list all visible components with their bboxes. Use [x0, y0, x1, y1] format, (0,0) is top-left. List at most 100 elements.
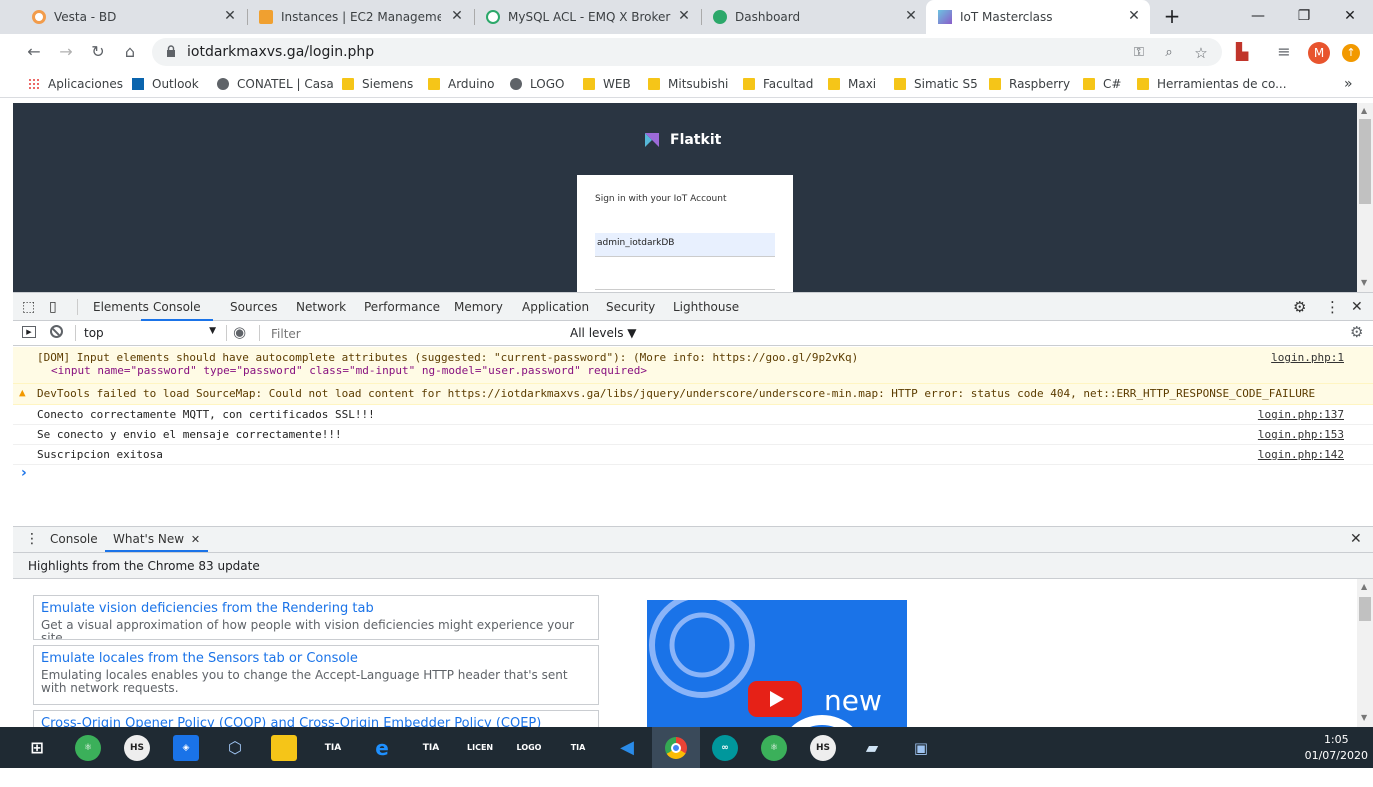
windows-start-icon[interactable]: ⊞: [24, 735, 50, 761]
context-selector[interactable]: top ▼: [84, 326, 216, 340]
tab-vesta[interactable]: Vesta - BD ✕: [20, 0, 246, 34]
maximize-button[interactable]: ❐: [1281, 4, 1327, 28]
bookmark-csharp[interactable]: C#: [1083, 76, 1121, 92]
update-icon[interactable]: ↑: [1342, 44, 1360, 62]
tab-network[interactable]: Network: [296, 293, 346, 321]
bookmark-mitsubishi[interactable]: Mitsubishi: [648, 76, 728, 92]
feature-title[interactable]: Emulate locales from the Sensors tab or …: [41, 651, 591, 666]
close-devtools-icon[interactable]: ✕: [1351, 293, 1363, 321]
zoom-icon[interactable]: ⌕: [1160, 44, 1178, 62]
bookmark-maxi[interactable]: Maxi: [828, 76, 876, 92]
bookmark-star-icon[interactable]: ☆: [1192, 44, 1210, 62]
close-tab-icon[interactable]: ✕: [191, 533, 200, 546]
bookmark-siemens[interactable]: Siemens: [342, 76, 413, 92]
pdf-extension-icon[interactable]: ▙: [1230, 40, 1254, 64]
log-levels-dropdown[interactable]: All levels ▼: [570, 326, 637, 340]
license-manager-icon[interactable]: LICEN MA: [467, 735, 493, 778]
new-tab-button[interactable]: +: [1150, 4, 1194, 28]
vscode-icon[interactable]: ◀: [614, 735, 640, 761]
source-link[interactable]: login.php:153: [1258, 428, 1344, 441]
settings-gear-icon[interactable]: ⚙: [1293, 293, 1306, 321]
edge-browser-icon[interactable]: e: [369, 735, 395, 761]
back-arrow-icon[interactable]: ←: [22, 40, 46, 64]
reload-icon[interactable]: ↻: [86, 40, 110, 64]
tab-security[interactable]: Security: [606, 293, 655, 321]
filter-input[interactable]: Filter: [263, 324, 561, 344]
feature-title[interactable]: Emulate vision deficiencies from the Ren…: [41, 601, 591, 616]
drawer-tab-console[interactable]: Console: [50, 527, 98, 552]
tab-ec2[interactable]: Instances | EC2 Management C ✕: [247, 0, 473, 34]
notes-app-icon[interactable]: ▰: [859, 735, 885, 761]
more-options-icon[interactable]: ⋮: [1325, 293, 1340, 321]
tia-st-icon[interactable]: TIA ST: [418, 735, 444, 779]
page-scrollbar[interactable]: ▲ ▼: [1357, 103, 1373, 292]
atom-app-icon[interactable]: ⚛: [761, 735, 787, 761]
video-thumbnail[interactable]: new: [647, 600, 907, 727]
tab-memory[interactable]: Memory: [454, 293, 503, 321]
home-icon[interactable]: ⌂: [118, 40, 142, 64]
hs-app-icon[interactable]: HS: [124, 735, 150, 761]
source-link[interactable]: login.php:137: [1258, 408, 1344, 421]
bookmark-outlook[interactable]: Outlook: [132, 76, 199, 92]
drawer-menu-icon[interactable]: ⋮: [25, 527, 39, 555]
tab-dashboard[interactable]: Dashboard ✕: [701, 0, 927, 34]
window-close-button[interactable]: ✕: [1327, 4, 1373, 28]
more-bookmarks-chevron-icon[interactable]: »: [1344, 76, 1353, 92]
close-tab-icon[interactable]: ✕: [1126, 8, 1142, 24]
feature-title[interactable]: Cross-Origin Opener Policy (COOP) and Cr…: [41, 716, 591, 727]
tia-v15-icon[interactable]: TIA V15.1: [565, 735, 591, 778]
username-field[interactable]: admin_iotdarkDB: [595, 233, 775, 257]
bookmark-conatel[interactable]: CONATEL | Casa: [217, 76, 334, 92]
tia-v13-icon[interactable]: TIA V13: [320, 735, 346, 779]
drawer-scrollbar[interactable]: ▲ ▼: [1357, 579, 1373, 727]
close-tab-icon[interactable]: ✕: [449, 8, 465, 24]
sidebar-toggle-icon[interactable]: ▶: [22, 326, 36, 338]
feature-card[interactable]: Cross-Origin Opener Policy (COOP) and Cr…: [33, 710, 599, 727]
bookmark-simatic-s5[interactable]: Simatic S5: [894, 76, 978, 92]
forward-arrow-icon[interactable]: →: [54, 40, 78, 64]
key-icon[interactable]: ⚿: [1130, 44, 1148, 62]
system-clock[interactable]: 1:05 01/07/2020: [1305, 732, 1368, 764]
close-tab-icon[interactable]: ✕: [903, 8, 919, 24]
chrome-icon[interactable]: [652, 727, 700, 768]
device-toolbar-icon[interactable]: ▯: [49, 293, 57, 321]
bookmark-facultad[interactable]: Facultad: [743, 76, 813, 92]
bookmark-arduino[interactable]: Arduino: [428, 76, 494, 92]
source-link[interactable]: login.php:1: [1271, 351, 1344, 364]
feature-card[interactable]: Emulate vision deficiencies from the Ren…: [33, 595, 599, 640]
logo-v8-icon[interactable]: LOGO V8: [516, 735, 542, 778]
hs-app-icon[interactable]: HS: [810, 735, 836, 761]
live-expression-eye-icon[interactable]: ◉: [233, 323, 246, 341]
network-tray-icon[interactable]: ▣: [908, 735, 934, 761]
bookmark-apps[interactable]: Aplicaciones: [28, 76, 123, 92]
clear-console-icon[interactable]: [50, 325, 63, 338]
minimize-button[interactable]: —: [1235, 4, 1281, 28]
address-bar[interactable]: iotdarkmaxvs.ga/login.php ⚿ ⌕ ☆: [152, 38, 1222, 66]
bookmark-logo[interactable]: LOGO: [510, 76, 564, 92]
feature-card[interactable]: Emulate locales from the Sensors tab or …: [33, 645, 599, 705]
atom-app-icon[interactable]: ⚛: [75, 735, 101, 761]
shield-app-icon[interactable]: ◈: [173, 735, 199, 761]
close-drawer-icon[interactable]: ✕: [1350, 527, 1362, 555]
password-field[interactable]: [595, 289, 775, 290]
console-settings-gear-icon[interactable]: ⚙: [1350, 323, 1363, 341]
youtube-play-icon[interactable]: [748, 681, 802, 717]
bookmark-raspberry[interactable]: Raspberry: [989, 76, 1070, 92]
arduino-icon[interactable]: ∞: [712, 735, 738, 761]
tab-performance[interactable]: Performance: [364, 293, 440, 321]
tab-lighthouse[interactable]: Lighthouse: [673, 293, 739, 321]
avatar[interactable]: M: [1308, 42, 1330, 64]
file-explorer-icon[interactable]: [271, 735, 297, 761]
inspect-element-icon[interactable]: ⬚: [22, 293, 35, 321]
close-tab-icon[interactable]: ✕: [676, 8, 692, 24]
drawer-tab-whats-new[interactable]: What's New ✕: [105, 527, 209, 552]
source-link[interactable]: login.php:142: [1258, 448, 1344, 461]
tab-application[interactable]: Application: [522, 293, 589, 321]
virtualbox-icon[interactable]: ⬡: [222, 735, 248, 761]
console-prompt[interactable]: ›: [21, 465, 27, 481]
tab-sources[interactable]: Sources: [230, 293, 277, 321]
close-tab-icon[interactable]: ✕: [222, 8, 238, 24]
bookmark-herramientas[interactable]: Herramientas de co...: [1137, 76, 1287, 92]
tab-console[interactable]: Console: [141, 293, 213, 321]
tab-iot-masterclass[interactable]: IoT Masterclass ✕: [926, 0, 1150, 34]
